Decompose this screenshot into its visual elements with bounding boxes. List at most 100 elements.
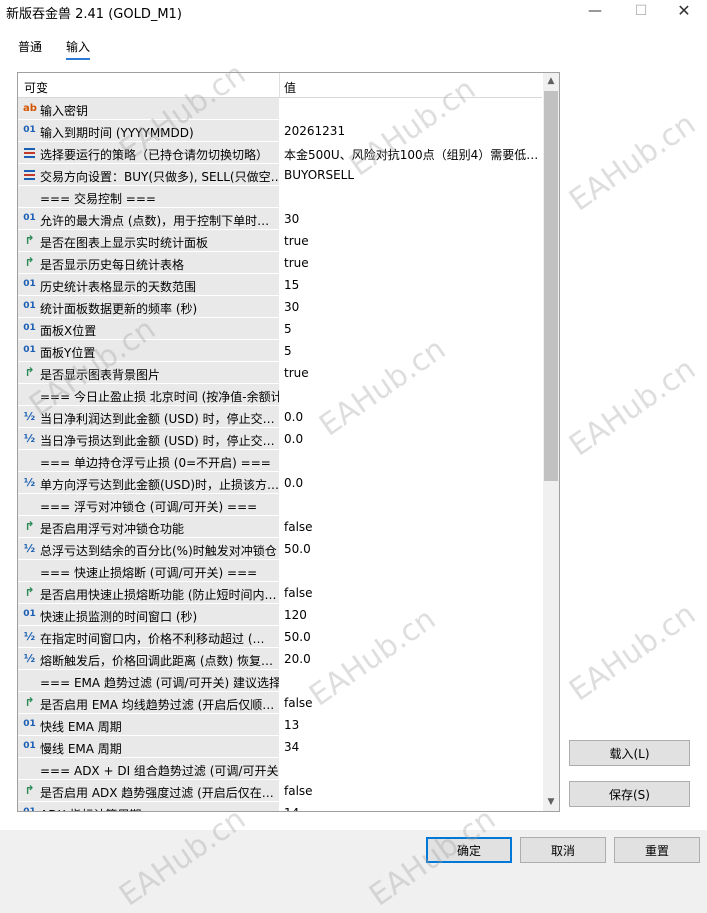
parameter-name: 历史统计表格显示的天数范围 <box>40 280 197 294</box>
parameter-value-cell[interactable]: 50.0 <box>280 626 542 647</box>
parameter-value-cell[interactable]: 本金500U、风险对抗100点（组别4）需要低… <box>280 142 542 163</box>
grid-row[interactable]: ½ 熔断触发后，价格回调此距离 (点数) 恢复… 20.0 <box>18 648 542 670</box>
cancel-button[interactable]: 取消 <box>520 837 606 863</box>
parameter-value-cell[interactable]: 34 <box>280 736 542 757</box>
parameter-name-cell: === 浮亏对冲锁仓 (可调/可开关) === <box>18 494 279 515</box>
parameter-value-cell[interactable]: BUYORSELL <box>280 164 542 185</box>
minimize-button[interactable]: — <box>572 0 618 24</box>
parameter-name: 是否启用 ADX 趋势强度过滤 (开启后仅在… <box>40 786 274 800</box>
grid-row[interactable]: 01 快速止损监测的时间窗口 (秒) 120 <box>18 604 542 626</box>
parameter-value-cell[interactable]: true <box>280 252 542 273</box>
parameter-value-cell[interactable] <box>280 494 542 515</box>
grid-row[interactable]: 01 输入到期时间 (YYYYMMDD) 20261231 <box>18 120 542 142</box>
parameter-value-cell[interactable]: 13 <box>280 714 542 735</box>
parameter-value-cell[interactable]: 120 <box>280 604 542 625</box>
close-button[interactable]: ✕ <box>661 0 707 24</box>
parameter-value-cell[interactable]: 50.0 <box>280 538 542 559</box>
grid-row[interactable]: ½ 单方向浮亏达到此金额(USD)时，止损该方… 0.0 <box>18 472 542 494</box>
scrollbar-thumb[interactable] <box>544 91 558 481</box>
scroll-down-arrow-icon[interactable]: ▼ <box>543 794 559 811</box>
grid-row[interactable]: ↱ 是否启用快速止损熔断功能 (防止短时间内… false <box>18 582 542 604</box>
integer-type-icon: 01 <box>23 125 36 135</box>
grid-row[interactable]: ↱ 是否显示图表背景图片 true <box>18 362 542 384</box>
parameter-value-cell[interactable]: false <box>280 780 542 801</box>
parameter-value-cell[interactable] <box>280 560 542 581</box>
parameter-value-cell[interactable]: 5 <box>280 340 542 361</box>
grid-row[interactable]: ↱ 是否在图表上显示实时统计面板 true <box>18 230 542 252</box>
parameter-name: 快速止损监测的时间窗口 (秒) <box>40 610 198 624</box>
parameter-value-cell[interactable]: false <box>280 582 542 603</box>
parameter-value: true <box>284 234 309 248</box>
reset-button[interactable]: 重置 <box>614 837 700 863</box>
grid-row[interactable]: ½ 当日净亏损达到此金额 (USD) 时，停止交… 0.0 <box>18 428 542 450</box>
column-header-variable[interactable]: 可变 <box>24 79 48 96</box>
grid-row[interactable]: === 交易控制 === <box>18 186 542 208</box>
parameter-value-cell[interactable]: false <box>280 516 542 537</box>
vertical-scrollbar[interactable]: ▲ ▼ <box>543 73 559 811</box>
grid-row[interactable]: === 浮亏对冲锁仓 (可调/可开关) === <box>18 494 542 516</box>
grid-row[interactable]: 01 面板X位置 5 <box>18 318 542 340</box>
parameter-value-cell[interactable]: 14 <box>280 802 542 811</box>
parameter-value-cell[interactable]: 20261231 <box>280 120 542 141</box>
parameter-value-cell[interactable]: false <box>280 692 542 713</box>
parameter-value-cell[interactable] <box>280 670 542 691</box>
parameter-value-cell[interactable]: 0.0 <box>280 428 542 449</box>
grid-row[interactable]: === 单边持仓浮亏止损 (0=不开启) === <box>18 450 542 472</box>
parameter-value-cell[interactable]: 0.0 <box>280 472 542 493</box>
integer-type-icon: 01 <box>23 301 36 311</box>
grid-row[interactable]: === 今日止盈止损 北京时间 (按净值-余额计… <box>18 384 542 406</box>
integer-type-icon: 01 <box>23 213 36 223</box>
boolean-type-icon: ↱ <box>24 233 35 247</box>
parameter-value-cell[interactable] <box>280 450 542 471</box>
parameter-name-cell: 01 输入到期时间 (YYYYMMDD) <box>18 120 279 141</box>
grid-row[interactable]: ab 输入密钥 <box>18 98 542 120</box>
tab-inputs[interactable]: 输入 <box>66 38 91 60</box>
parameter-value-cell[interactable]: true <box>280 362 542 383</box>
grid-row[interactable]: 01 允许的最大滑点 (点数)，用于控制下单时… 30 <box>18 208 542 230</box>
enum-type-icon <box>23 146 36 159</box>
grid-row[interactable]: 01 面板Y位置 5 <box>18 340 542 362</box>
grid-row[interactable]: ↱ 是否显示历史每日统计表格 true <box>18 252 542 274</box>
grid-row[interactable]: === EMA 趋势过滤 (可调/可开关) 建议选择… <box>18 670 542 692</box>
grid-row[interactable]: 选择要运行的策略（已持仓请勿切换切略） 本金500U、风险对抗100点（组别4）需… <box>18 142 542 164</box>
grid-row[interactable]: 交易方向设置：BUY(只做多), SELL(只做空… BUYORSELL <box>18 164 542 186</box>
grid-row[interactable]: === 快速止损熔断 (可调/可开关) === <box>18 560 542 582</box>
grid-row[interactable]: ↱ 是否启用 EMA 均线趋势过滤 (开启后仅顺… false <box>18 692 542 714</box>
parameter-value-cell[interactable] <box>280 384 542 405</box>
parameter-value: true <box>284 256 309 270</box>
grid-row[interactable]: ½ 总浮亏达到结余的百分比(%)时触发对冲锁仓 50.0 <box>18 538 542 560</box>
parameter-name-cell: 01 历史统计表格显示的天数范围 <box>18 274 279 295</box>
parameter-value-cell[interactable]: 15 <box>280 274 542 295</box>
tab-general[interactable]: 普通 <box>18 38 42 55</box>
parameter-value-cell[interactable] <box>280 758 542 779</box>
grid-row[interactable]: ½ 当日净利润达到此金额 (USD) 时，停止交… 0.0 <box>18 406 542 428</box>
load-button[interactable]: 载入(L) <box>569 740 690 766</box>
grid-row[interactable]: 01 统计面板数据更新的频率 (秒) 30 <box>18 296 542 318</box>
scroll-up-arrow-icon[interactable]: ▲ <box>543 73 559 90</box>
ok-button[interactable]: 确定 <box>426 837 512 863</box>
grid-row[interactable]: ↱ 是否启用浮亏对冲锁仓功能 false <box>18 516 542 538</box>
parameter-value: 14 <box>284 806 299 811</box>
parameter-value-cell[interactable]: 5 <box>280 318 542 339</box>
parameter-value-cell[interactable]: true <box>280 230 542 251</box>
grid-row[interactable]: ½ 在指定时间窗口内，价格不利移动超过 (… 50.0 <box>18 626 542 648</box>
parameter-name-cell: ↱ 是否启用浮亏对冲锁仓功能 <box>18 516 279 537</box>
parameter-value-cell[interactable]: 30 <box>280 296 542 317</box>
grid-row[interactable]: === ADX + DI 组合趋势过滤 (可调/可开关) … <box>18 758 542 780</box>
parameter-name: === 浮亏对冲锁仓 (可调/可开关) === <box>40 500 258 514</box>
parameter-value-cell[interactable] <box>280 98 542 119</box>
grid-row[interactable]: 01 历史统计表格显示的天数范围 15 <box>18 274 542 296</box>
maximize-button[interactable]: ☐ <box>618 0 664 24</box>
grid-row[interactable]: 01 慢线 EMA 周期 34 <box>18 736 542 758</box>
parameter-value-cell[interactable]: 0.0 <box>280 406 542 427</box>
title-bar: 新版吞金兽 2.41 (GOLD_M1) — ☐ ✕ <box>0 0 707 24</box>
save-button[interactable]: 保存(S) <box>569 781 690 807</box>
grid-row[interactable]: ↱ 是否启用 ADX 趋势强度过滤 (开启后仅在… false <box>18 780 542 802</box>
parameter-value-cell[interactable]: 30 <box>280 208 542 229</box>
grid-row[interactable]: 01 ADX 指标计算周期 14 <box>18 802 542 811</box>
parameter-value-cell[interactable]: 20.0 <box>280 648 542 669</box>
parameter-value-cell[interactable] <box>280 186 542 207</box>
column-divider[interactable] <box>279 73 280 97</box>
column-header-value[interactable]: 值 <box>284 79 296 96</box>
grid-row[interactable]: 01 快线 EMA 周期 13 <box>18 714 542 736</box>
